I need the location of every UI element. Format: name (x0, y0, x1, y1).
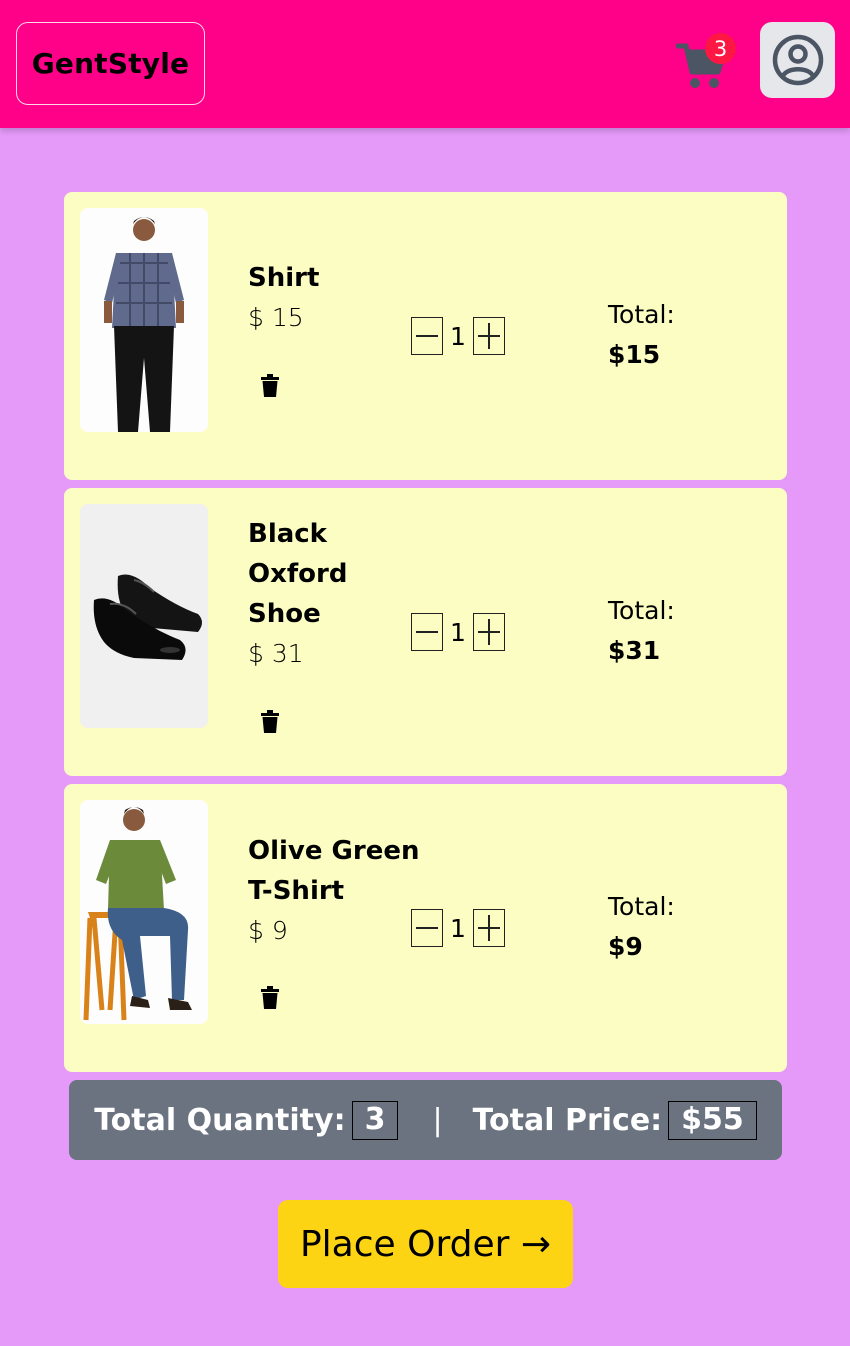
product-price: $ 9 (248, 916, 288, 945)
product-image (80, 208, 208, 432)
increment-button[interactable] (473, 317, 505, 355)
quantity-stepper: 1 (411, 612, 507, 652)
item-total-label: Total: (608, 596, 675, 625)
decrement-button[interactable] (411, 909, 443, 947)
user-circle-icon (772, 34, 823, 86)
item-total-value: $9 (608, 932, 643, 961)
quantity-value: 1 (450, 913, 466, 943)
place-order-button[interactable]: Place Order → (278, 1200, 573, 1288)
quantity-stepper: 1 (411, 908, 507, 948)
order-summary-bar: Total Quantity: 3 | Total Price: $55 (69, 1080, 782, 1160)
trash-icon[interactable] (260, 374, 280, 398)
product-image (80, 800, 208, 1024)
summary-separator: | (432, 1102, 443, 1138)
total-quantity-value: 3 (351, 1100, 399, 1140)
quantity-stepper: 1 (411, 316, 507, 356)
decrement-button[interactable] (411, 317, 443, 355)
brand-logo[interactable]: GentStyle (16, 22, 205, 105)
product-price: $ 15 (248, 303, 304, 332)
item-total-value: $31 (608, 636, 661, 665)
cart-item: Olive Green T-Shirt $ 9 1 Total: $9 (64, 784, 787, 1072)
total-price-label: Total Price: (472, 1102, 663, 1138)
cart-button[interactable]: 3 (676, 33, 736, 92)
product-name: Black Oxford Shoe (248, 519, 348, 629)
profile-button[interactable] (760, 22, 835, 98)
product-name: Olive Green T-Shirt (248, 836, 420, 906)
navbar: GentStyle 3 (0, 0, 850, 128)
product-image (80, 504, 208, 728)
trash-icon[interactable] (260, 986, 280, 1010)
product-name: Shirt (248, 263, 320, 293)
quantity-value: 1 (450, 321, 466, 351)
total-quantity-label: Total Quantity: (94, 1102, 346, 1138)
item-total-value: $15 (608, 340, 661, 369)
cart-item: Black Oxford Shoe $ 31 1 Total: $31 (64, 488, 787, 776)
decrement-button[interactable] (411, 613, 443, 651)
cart-item: Shirt $ 15 1 Total: $15 (64, 192, 787, 480)
trash-icon[interactable] (260, 710, 280, 734)
increment-button[interactable] (473, 909, 505, 947)
product-price: $ 31 (248, 639, 304, 668)
total-price-value: $55 (668, 1100, 757, 1140)
increment-button[interactable] (473, 613, 505, 651)
item-total-label: Total: (608, 300, 675, 329)
item-total-label: Total: (608, 892, 675, 921)
quantity-value: 1 (450, 617, 466, 647)
cart-count-badge: 3 (705, 33, 736, 64)
